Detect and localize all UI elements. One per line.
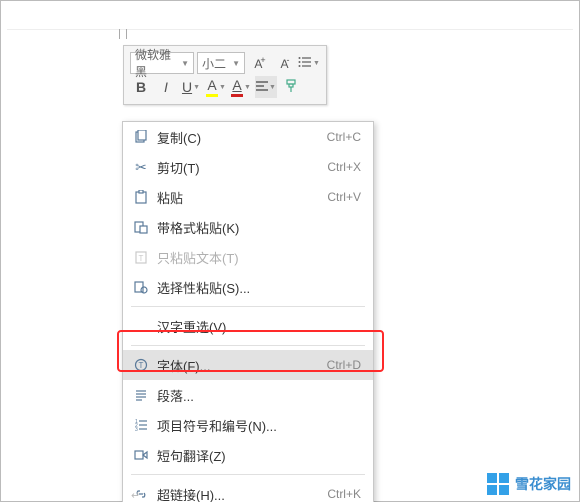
menu-item-cut[interactable]: ✂ 剪切(T) Ctrl+X <box>123 152 373 182</box>
watermark-logo-icon <box>487 473 509 495</box>
menu-label: 复制(C) <box>151 128 327 147</box>
menu-item-paste-special[interactable]: 选择性粘贴(S)... <box>123 272 373 302</box>
format-painter-button[interactable] <box>280 76 302 98</box>
menu-item-copy[interactable]: 复制(C) Ctrl+C <box>123 122 373 152</box>
brush-icon <box>284 79 298 96</box>
font-color-button[interactable]: A ▼ <box>230 76 252 98</box>
alignment-button[interactable]: ▼ <box>255 76 277 98</box>
menu-item-paste-format[interactable]: 带格式粘贴(K) <box>123 212 373 242</box>
menu-label: 带格式粘贴(K) <box>151 218 361 237</box>
toolbar-row-bottom: B I U▼ A ▼ A ▼ ▼ <box>130 76 320 98</box>
menu-item-hyperlink[interactable]: 超链接(H)... Ctrl+K <box>123 479 373 502</box>
decrease-font-button[interactable]: A- <box>273 52 295 74</box>
font-family-value: 微软雅黑 <box>135 46 179 80</box>
menu-item-translate[interactable]: 短句翻译(Z) <box>123 440 373 470</box>
paste-format-icon <box>131 220 151 234</box>
chevron-down-icon: ▼ <box>181 59 189 68</box>
svg-text:3: 3 <box>135 427 138 432</box>
chevron-down-icon: ▼ <box>232 59 240 68</box>
paste-special-icon <box>131 280 151 294</box>
font-color-icon: A <box>231 77 243 97</box>
context-menu: 复制(C) Ctrl+C ✂ 剪切(T) Ctrl+X 粘贴 Ctrl+V 带格… <box>122 121 374 502</box>
menu-label: 选择性粘贴(S)... <box>151 278 361 297</box>
watermark-text: 雪花家园 <box>515 474 571 494</box>
numbering-icon: 123 <box>131 418 151 432</box>
menu-label: 只粘贴文本(T) <box>151 248 361 267</box>
increase-font-button[interactable]: A+ <box>248 52 270 74</box>
toolbar-row-top: 微软雅黑 ▼ 小二 ▼ A+ A- ▼ <box>130 52 320 74</box>
menu-shortcut: Ctrl+X <box>327 160 361 174</box>
menu-label: 超链接(H)... <box>151 485 327 502</box>
menu-label: 粘贴 <box>151 188 327 207</box>
ruler <box>7 7 573 30</box>
menu-item-bullets-numbering[interactable]: 123 项目符号和编号(N)... <box>123 410 373 440</box>
svg-text:T: T <box>139 254 144 263</box>
menu-shortcut: Ctrl+K <box>327 487 361 501</box>
increase-font-icon: A+ <box>254 55 263 71</box>
highlight-icon: A <box>206 77 218 97</box>
bold-icon: B <box>136 79 146 95</box>
chevron-down-icon: ▼ <box>219 84 226 91</box>
copy-icon <box>131 130 151 144</box>
italic-icon: I <box>164 79 168 95</box>
paragraph-mark-icon: ↵ <box>131 489 140 502</box>
menu-label: 短句翻译(Z) <box>151 446 361 465</box>
paragraph-icon <box>131 388 151 402</box>
chevron-down-icon: ▼ <box>244 84 251 91</box>
menu-item-paragraph[interactable]: 段落... <box>123 380 373 410</box>
list-icon <box>298 55 312 72</box>
font-size-value: 小二 <box>202 55 226 72</box>
menu-separator <box>131 474 365 475</box>
align-icon <box>256 79 268 95</box>
menu-label: 项目符号和编号(N)... <box>151 416 361 435</box>
clipboard-icon <box>131 190 151 204</box>
decrease-font-icon: A- <box>280 55 287 71</box>
callout-rectangle <box>117 330 384 372</box>
window-frame: 微软雅黑 ▼ 小二 ▼ A+ A- ▼ B I U▼ <box>0 0 580 502</box>
underline-button[interactable]: U▼ <box>180 76 202 98</box>
chevron-down-icon: ▼ <box>313 60 320 67</box>
menu-shortcut: Ctrl+C <box>327 130 361 144</box>
highlight-button[interactable]: A ▼ <box>205 76 227 98</box>
translate-icon <box>131 448 151 462</box>
italic-button[interactable]: I <box>155 76 177 98</box>
bold-button[interactable]: B <box>130 76 152 98</box>
chevron-down-icon: ▼ <box>269 84 276 91</box>
watermark: 雪花家园 <box>487 473 571 495</box>
menu-separator <box>131 306 365 307</box>
mini-toolbar: 微软雅黑 ▼ 小二 ▼ A+ A- ▼ B I U▼ <box>123 45 327 105</box>
menu-item-paste-text: T 只粘贴文本(T) <box>123 242 373 272</box>
paste-text-icon: T <box>131 250 151 264</box>
underline-icon: U <box>182 79 192 95</box>
font-family-select[interactable]: 微软雅黑 ▼ <box>130 52 194 74</box>
list-button[interactable]: ▼ <box>298 52 320 74</box>
font-size-select[interactable]: 小二 ▼ <box>197 52 245 74</box>
menu-label: 剪切(T) <box>151 158 327 177</box>
menu-item-paste[interactable]: 粘贴 Ctrl+V <box>123 182 373 212</box>
chevron-down-icon: ▼ <box>193 84 200 91</box>
menu-label: 段落... <box>151 386 361 405</box>
menu-shortcut: Ctrl+V <box>327 190 361 204</box>
ruler-margin-marker <box>119 29 127 39</box>
scissors-icon: ✂ <box>131 159 151 176</box>
